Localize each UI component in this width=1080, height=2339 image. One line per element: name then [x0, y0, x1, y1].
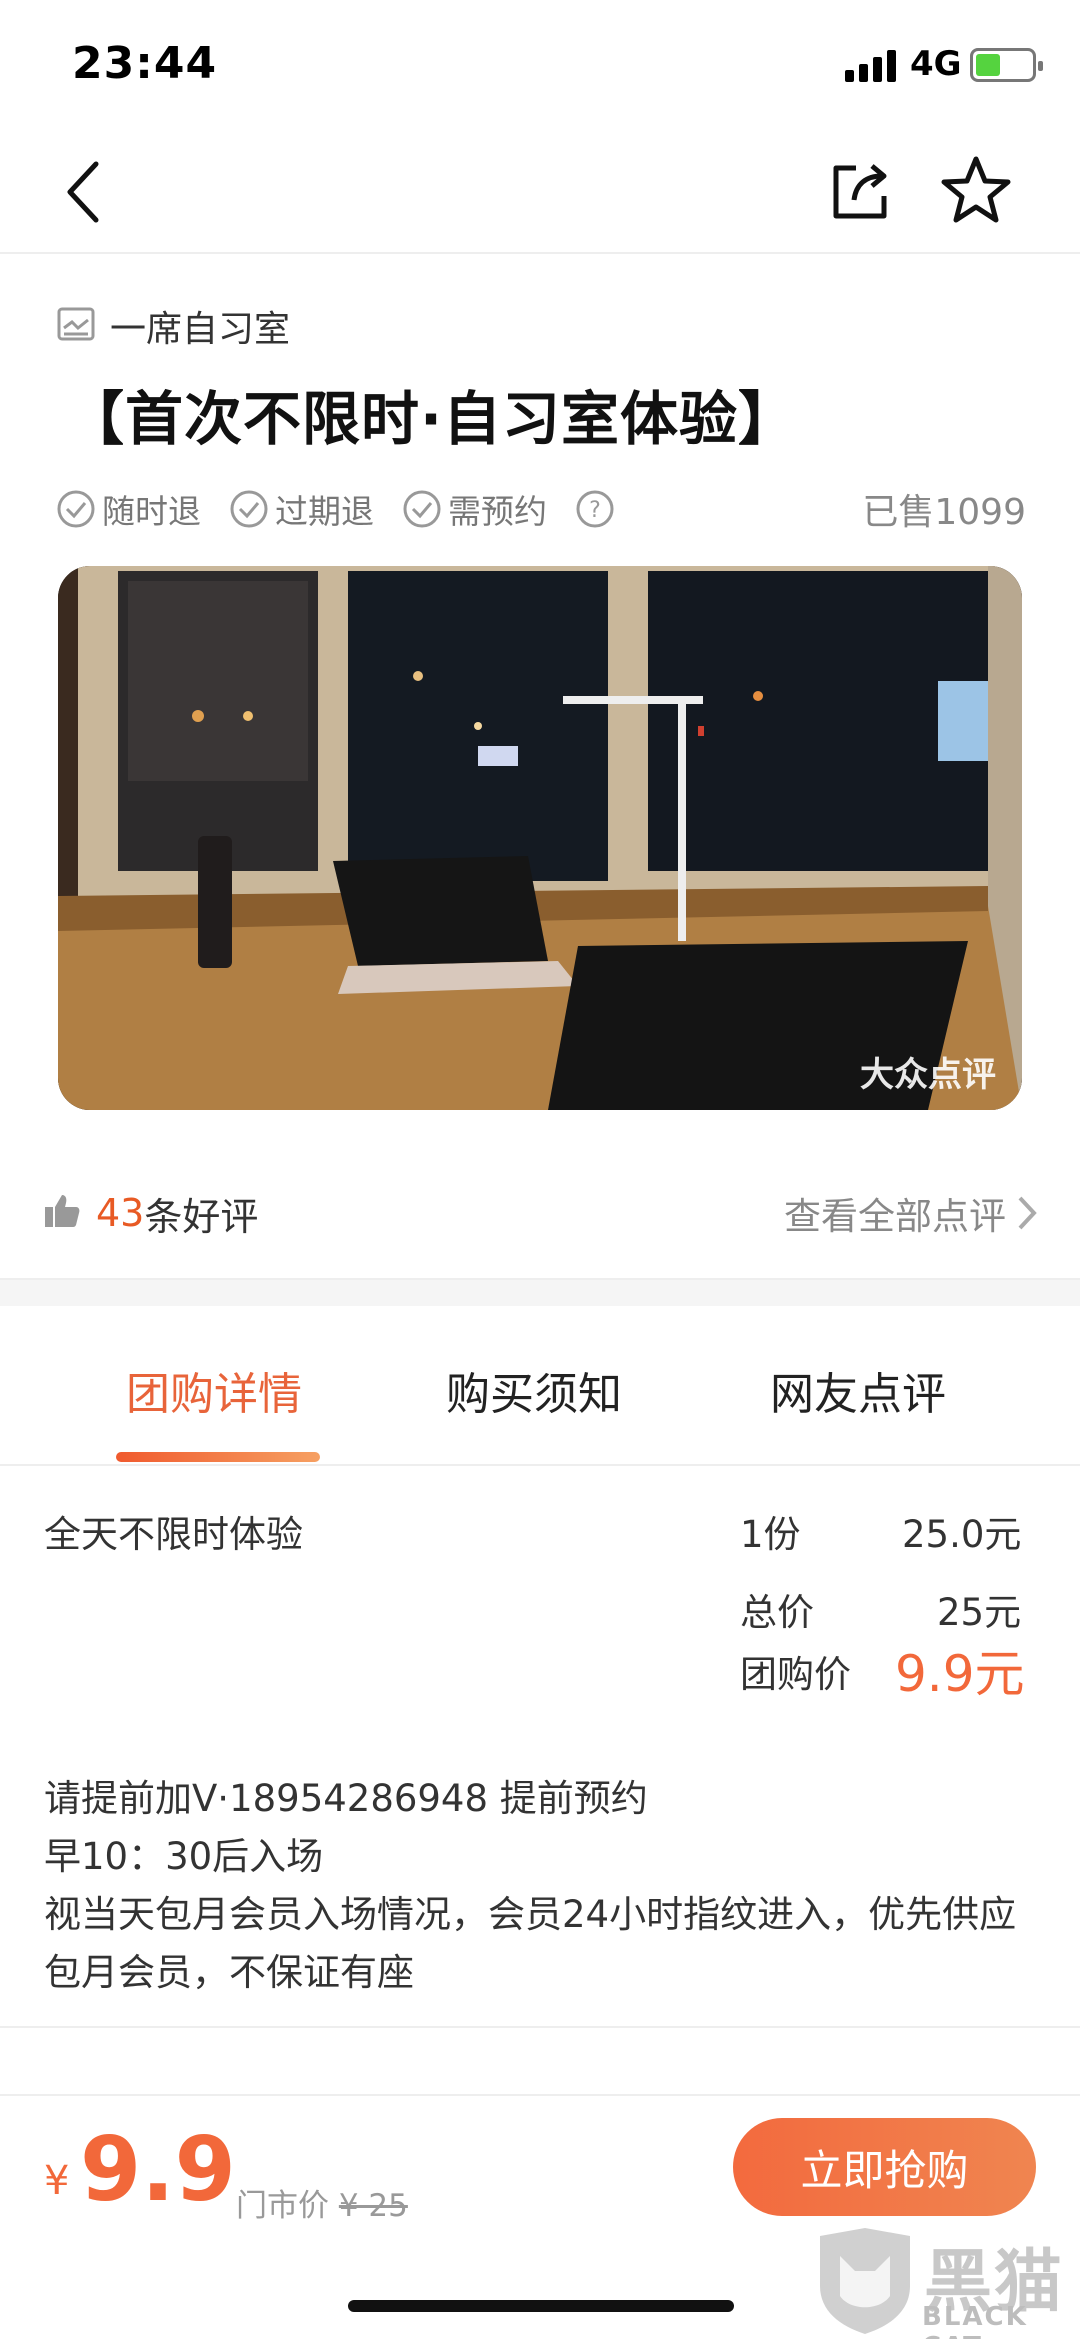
black-cat-watermark: 黑猫 BLACK CAT: [806, 2222, 1080, 2339]
package-item-price: 25.0元: [902, 1513, 1022, 1556]
group-price-value: 9.9元: [895, 1645, 1025, 1703]
battery-icon: [970, 48, 1043, 82]
favorite-star-icon[interactable]: [938, 152, 1014, 228]
status-bar: 23:44 4G: [0, 0, 1080, 130]
tag-refund-anytime: 随时退: [56, 485, 201, 533]
market-price-value: ¥ 25: [338, 2188, 408, 2224]
share-icon[interactable]: [826, 156, 896, 226]
group-price-label: 团购价: [740, 1653, 851, 1696]
shop-link[interactable]: 一席自习室: [56, 300, 290, 352]
package-quantity: 1份: [740, 1513, 801, 1556]
deal-notes: 请提前加V·18954286948 提前预约 早10：30后入场 视当天包月会员…: [44, 1770, 1044, 2002]
currency-symbol: ¥: [44, 2158, 70, 2204]
tab-deal-details[interactable]: 团购详情: [126, 1358, 302, 1422]
deal-price: 9.9: [80, 2118, 236, 2221]
tab-purchase-notes[interactable]: 购买须知: [446, 1358, 622, 1422]
section-divider: [0, 1278, 1080, 1306]
total-label: 总价: [740, 1591, 814, 1634]
note-line: 早10：30后入场: [44, 1835, 324, 1878]
check-circle-icon: [57, 490, 95, 528]
tab-user-reviews[interactable]: 网友点评: [770, 1358, 946, 1422]
tag-refund-expired: 过期退: [229, 485, 374, 533]
active-tab-indicator: [116, 1452, 320, 1462]
chevron-right-icon: [1018, 1196, 1037, 1230]
detail-tabs: 团购详情 购买须知 网友点评: [0, 1306, 1080, 1466]
sold-count: 已售1099: [862, 492, 1026, 533]
reviews-summary[interactable]: 43 条好评 查看全部点评: [42, 1178, 1038, 1248]
svg-text:?: ?: [589, 498, 601, 523]
deal-photo[interactable]: 大众点评: [58, 566, 1022, 1110]
home-indicator[interactable]: [348, 2300, 734, 2312]
nav-bar: [0, 130, 1080, 254]
divider: [0, 2026, 1080, 2028]
deal-tags: 随时退 过期退 需预约 ? 已售1099: [56, 484, 1026, 534]
signal-icon: [845, 50, 897, 82]
photo-watermark: 大众点评: [860, 1055, 996, 1095]
cat-shield-icon: [820, 2228, 910, 2334]
study-desk-photo: [58, 566, 1022, 1110]
deal-title: 【首次不限时·自习室体验】: [66, 385, 798, 453]
tag-reservation: 需预约: [402, 485, 547, 533]
thumbs-up-icon: [42, 1191, 82, 1235]
market-price: 门市价 ¥ 25: [236, 2188, 408, 2224]
view-all-reviews-link[interactable]: 查看全部点评: [784, 1186, 1038, 1240]
check-circle-icon: [403, 490, 441, 528]
review-count: 43: [96, 1191, 145, 1235]
review-label: 条好评: [144, 1194, 259, 1239]
help-icon[interactable]: ?: [575, 489, 615, 529]
note-line: 视当天包月会员入场情况，会员24小时指纹进入，优先供应包月会员，不保证有座: [44, 1893, 1017, 1994]
total-value: 25元: [937, 1591, 1022, 1634]
network-type: 4G: [910, 44, 962, 84]
check-circle-icon: [230, 490, 268, 528]
back-icon[interactable]: [50, 160, 114, 224]
package-item-name: 全天不限时体验: [44, 1513, 303, 1556]
note-line: 请提前加V·18954286948 提前预约: [44, 1777, 648, 1820]
status-time: 23:44: [72, 38, 218, 89]
store-icon: [56, 304, 96, 348]
buy-now-button[interactable]: 立即抢购: [733, 2118, 1036, 2216]
shop-name: 一席自习室: [110, 309, 291, 350]
